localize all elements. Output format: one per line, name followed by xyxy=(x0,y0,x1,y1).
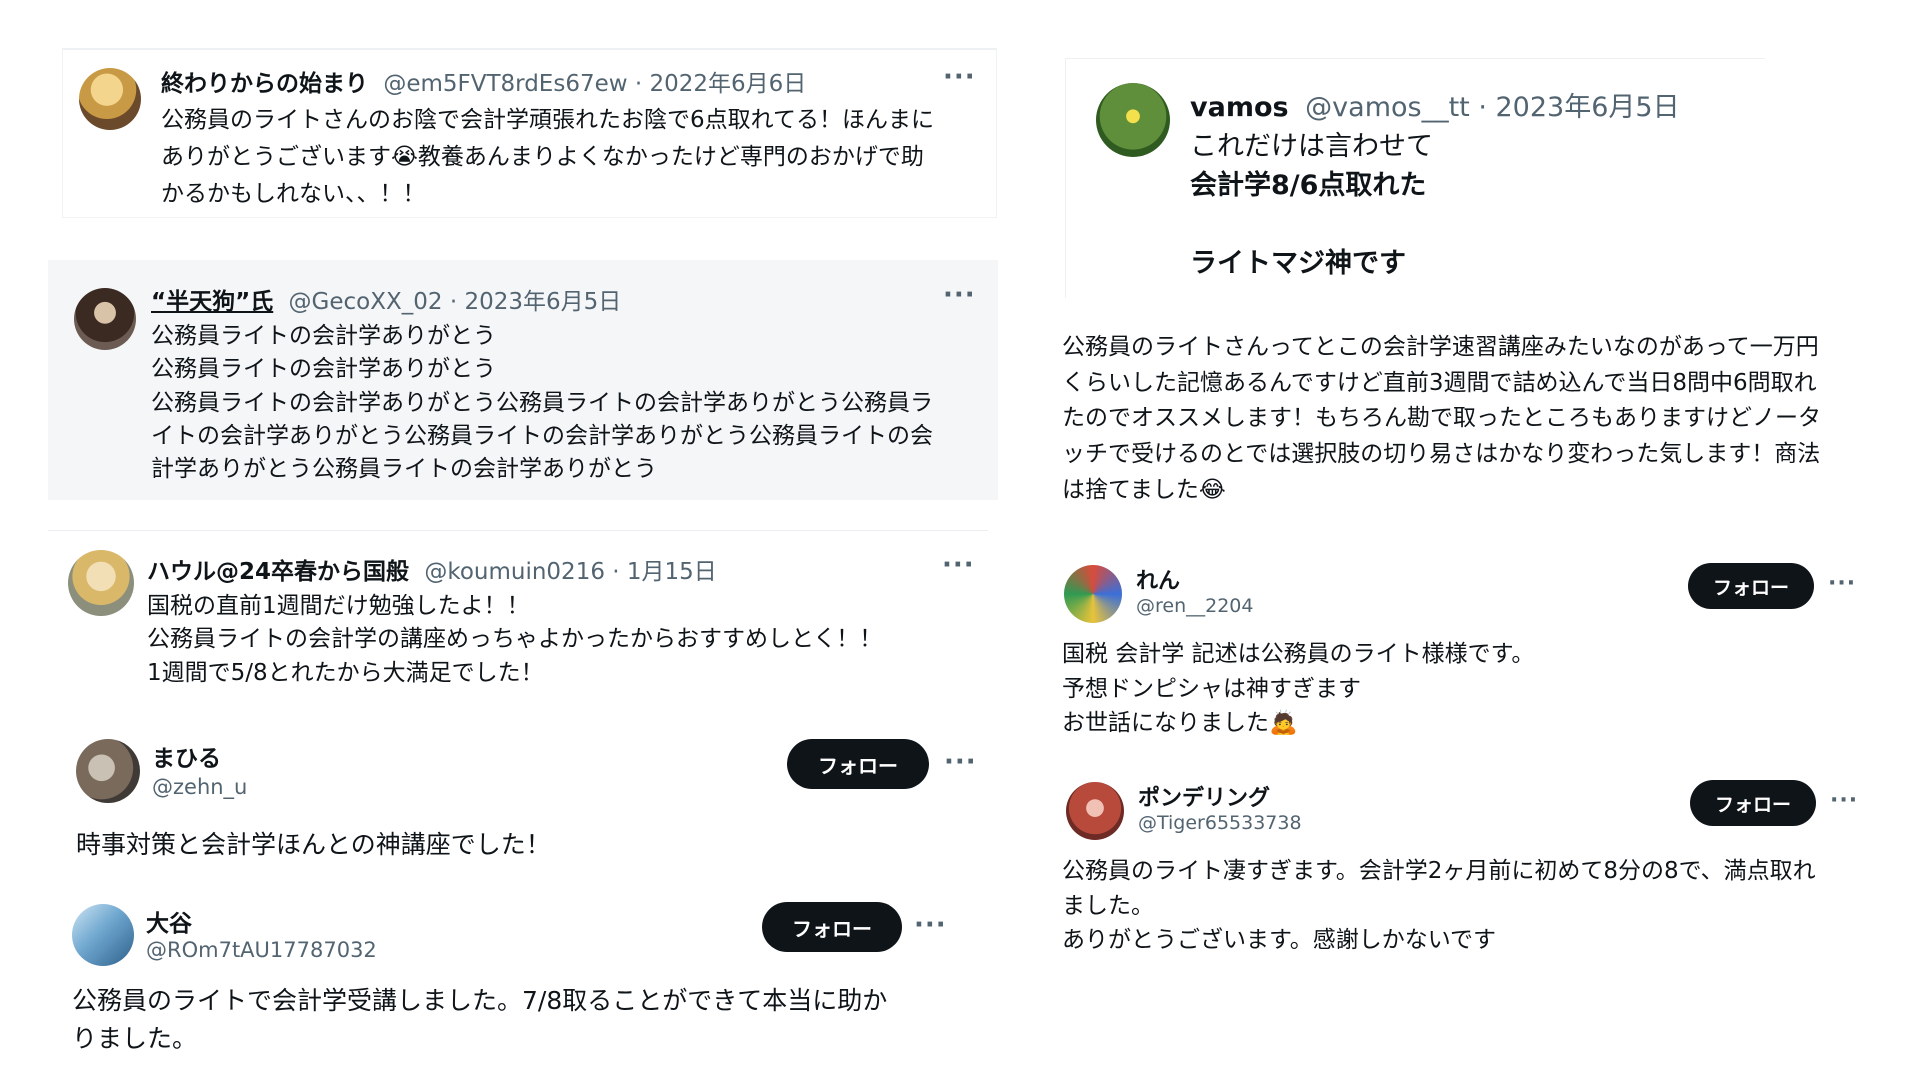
tweet-line: 1週間で5/8とれたから大満足でした！ xyxy=(147,659,544,686)
more-icon[interactable]: ··· xyxy=(942,552,975,578)
author-name[interactable]: ポンデリング xyxy=(1138,786,1270,811)
avatar[interactable] xyxy=(1096,83,1170,157)
more-icon[interactable]: ··· xyxy=(1830,790,1858,812)
tweet-text: 時事対策と会計学ほんとの神講座でした！ xyxy=(76,830,551,859)
tweet-line: 公務員ライトの会計学の講座めっちゃよかったからおすすめしとく！！ xyxy=(147,626,883,653)
tweet-text: 公務員のライト凄すぎます。会計学2ヶ月前に初めて8分の8で、満点取れ ました。 … xyxy=(1062,854,1816,958)
tweet-line: ライトマジ神です xyxy=(1190,248,1406,280)
handle-and-date[interactable]: @koumuin0216 · 1月15日 xyxy=(424,559,716,585)
tweet-line: 国税 会計学 記述は公務員のライト様様です。 xyxy=(1062,641,1535,667)
tweet-line: 公務員のライト凄すぎます。会計学2ヶ月前に初めて8分の8で、満点取れ xyxy=(1062,858,1816,884)
author-handle[interactable]: @Tiger65533738 xyxy=(1138,812,1302,834)
tweet-text: 国税の直前1週間だけ勉強したよ！！ 公務員ライトの会計学の講座めっちゃよかったか… xyxy=(147,590,882,690)
follow-button[interactable]: フォロー xyxy=(1688,563,1814,609)
author-name[interactable]: 大谷 xyxy=(146,911,192,937)
tweet-card[interactable]: れん @ren__2204 フォロー ··· 国税 会計学 記述は公務員のライト… xyxy=(1058,555,1858,755)
author-handle[interactable]: @ROm7tAU17787032 xyxy=(146,938,377,962)
tweet-card[interactable]: “半天狗”氏 @GecoXX_02 · 2023年6月5日 ··· 公務員ライト… xyxy=(48,260,998,500)
follow-button[interactable]: フォロー xyxy=(762,902,902,952)
author-name[interactable]: れん xyxy=(1136,569,1180,594)
more-icon[interactable]: ··· xyxy=(943,64,976,90)
tweet-line: イトの会計学ありがとう公務員ライトの会計学ありがとう公務員ライトの会 xyxy=(151,423,933,450)
tweet-line: 公務員ライトの会計学ありがとう公務員ライトの会計学ありがとう公務員ラ xyxy=(151,389,933,416)
avatar[interactable] xyxy=(1066,782,1124,840)
author-name[interactable]: vamos xyxy=(1190,92,1289,123)
more-icon[interactable]: ··· xyxy=(1828,573,1856,595)
avatar[interactable] xyxy=(68,550,134,616)
tweet-line: ありがとうございます。感謝しかないです xyxy=(1062,927,1497,953)
tweet-line: たのでオススメします！もちろん勘で取ったところもありますけどノータ xyxy=(1062,405,1821,432)
author-name[interactable]: “半天狗”氏 xyxy=(151,289,273,315)
tweet-card[interactable]: 大谷 @ROm7tAU17787032 フォロー ··· 公務員のライトで会計学… xyxy=(62,890,997,1070)
tweet-card[interactable]: まひる @zehn_u フォロー ··· 時事対策と会計学ほんとの神講座でした！ xyxy=(62,725,997,875)
follow-button[interactable]: フォロー xyxy=(787,739,929,789)
tweet-line: 予想ドンピシャは神すぎます xyxy=(1062,675,1361,702)
tweet-line: ありがとうございます😭教養あんまりよくなかったけど専門のおかげで助 xyxy=(161,143,924,170)
author-name[interactable]: 終わりからの始まり xyxy=(161,71,368,97)
tweet-line: りました。 xyxy=(72,1023,198,1053)
tweet-line: 公務員のライトで会計学受講しました。7/8取ることができて本当に助か xyxy=(72,986,888,1015)
tweet-line: お世話になりました🙇 xyxy=(1062,710,1298,736)
avatar[interactable] xyxy=(1064,565,1122,623)
tweet-line: くらいした記憶あるんですけど直前3週間で詰め込んで当日8問中6問取れ xyxy=(1062,369,1817,396)
tweet-line: 公務員のライトさんのお陰で会計学頑張れたお陰で6点取れてる！ほんまに xyxy=(161,107,934,133)
author-handle[interactable]: @ren__2204 xyxy=(1136,595,1253,617)
tweet-line: は捨てました😂 xyxy=(1062,476,1226,503)
avatar[interactable] xyxy=(74,288,136,350)
tweet-line: 公務員のライトさんってとこの会計学速習講座みたいなのがあって一万円 xyxy=(1062,334,1819,360)
tweet-line xyxy=(1190,205,1433,244)
tweet-line: 会計学8/6点取れた xyxy=(1190,170,1427,202)
tweet-line: 計学ありがとう公務員ライトの会計学ありがとう xyxy=(151,456,657,483)
avatar[interactable] xyxy=(76,739,140,803)
tweet-line: これだけは言わせて xyxy=(1190,131,1433,162)
author-name[interactable]: ハウル@24卒春から国般 xyxy=(147,559,409,585)
tweet-line: 公務員ライトの会計学ありがとう xyxy=(151,323,496,349)
tweet-line: ました。 xyxy=(1062,892,1154,919)
author-name[interactable]: まひる xyxy=(152,746,221,772)
tweet-line: かるかもしれない、、！！ xyxy=(161,180,426,207)
avatar[interactable] xyxy=(79,68,141,130)
tweet-card[interactable]: vamos @vamos__tt · 2023年6月5日 これだけは言わせて 会… xyxy=(1065,58,1765,298)
handle-and-date[interactable]: @GecoXX_02 · 2023年6月5日 xyxy=(289,289,622,315)
tweet-text: これだけは言わせて 会計学8/6点取れた ライトマジ神です xyxy=(1190,127,1433,283)
tweet-text: 公務員ライトの会計学ありがとう 公務員ライトの会計学ありがとう 公務員ライトの会… xyxy=(151,320,933,487)
tweet-text: 国税 会計学 記述は公務員のライト様様です。 予想ドンピシャは神すぎます お世話… xyxy=(1062,637,1534,741)
tweet-card[interactable]: ハウル@24卒春から国般 @koumuin0216 · 1月15日 ··· 国税… xyxy=(62,540,997,700)
tweet-text: 公務員のライトさんのお陰で会計学頑張れたお陰で6点取れてる！ほんまに ありがとう… xyxy=(161,102,934,212)
tweet-card[interactable]: ポンデリング @Tiger65533738 フォロー ··· 公務員のライト凄す… xyxy=(1058,772,1858,972)
follow-button[interactable]: フォロー xyxy=(1690,780,1816,826)
divider xyxy=(48,530,988,531)
tweet-card[interactable]: 公務員のライトさんってとこの会計学速習講座みたいなのがあって一万円 くらいした記… xyxy=(1062,330,1882,520)
tweet-line: 国税の直前1週間だけ勉強したよ！！ xyxy=(147,593,530,619)
handle-and-date[interactable]: @em5FVT8rdEs67ew · 2022年6月6日 xyxy=(383,71,806,97)
tweet-line: ッチで受けるのとでは選択肢の切り易さはかなり変わった気します！商法 xyxy=(1062,440,1821,467)
tweet-line: 公務員ライトの会計学ありがとう xyxy=(151,356,496,383)
author-handle[interactable]: @zehn_u xyxy=(152,775,247,799)
more-icon[interactable]: ··· xyxy=(943,282,976,308)
tweet-text: 公務員のライトで会計学受講しました。7/8取ることができて本当に助か りました。 xyxy=(72,982,887,1057)
more-icon[interactable]: ··· xyxy=(914,912,947,938)
avatar[interactable] xyxy=(72,904,134,966)
handle-and-date[interactable]: @vamos__tt · 2023年6月5日 xyxy=(1305,92,1679,123)
tweet-text: 公務員のライトさんってとこの会計学速習講座みたいなのがあって一万円 くらいした記… xyxy=(1062,330,1821,508)
tweet-card[interactable]: 終わりからの始まり @em5FVT8rdEs67ew · 2022年6月6日 ·… xyxy=(62,48,997,218)
more-icon[interactable]: ··· xyxy=(944,749,977,775)
